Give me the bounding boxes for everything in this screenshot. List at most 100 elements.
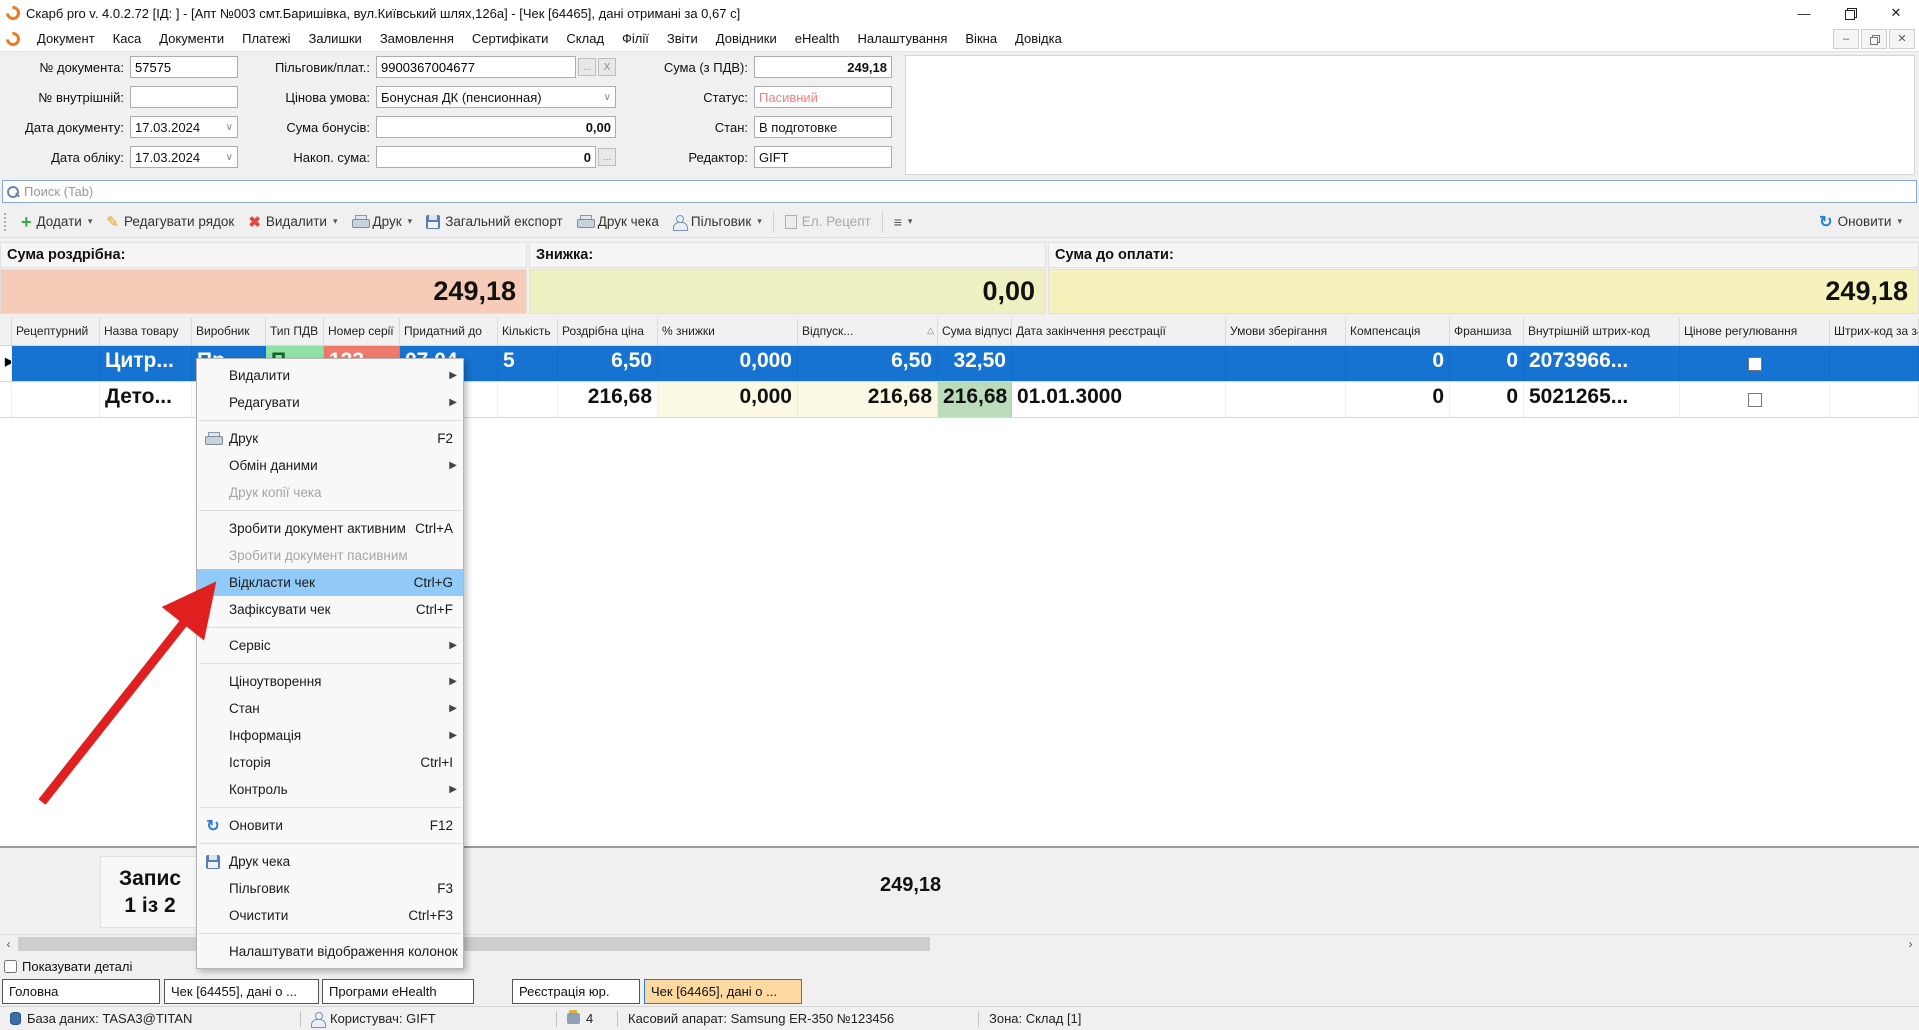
grid-cell-sum[interactable]: 216,68 (938, 382, 1012, 417)
context-menu-item-26[interactable]: Налаштувати відображення колонок (197, 938, 463, 965)
context-menu-item-0[interactable]: Видалити▶ (197, 362, 463, 389)
tab-ehealth-programs[interactable]: Програми eHealth (322, 979, 474, 1004)
grid-cell-name[interactable]: Цитр... (100, 346, 192, 381)
accum-sum-field[interactable]: 0 (376, 146, 596, 168)
context-menu-item-12[interactable]: Сервіс▶ (197, 632, 463, 659)
doc-date-select[interactable]: 17.03.2024∨ (130, 116, 238, 138)
menu-item-14[interactable]: Довідка (1006, 27, 1071, 50)
tab-main[interactable]: Головна (2, 979, 160, 1004)
print-receipt-button[interactable]: Друк чека (570, 210, 666, 233)
grid-cell-reg_end[interactable] (1012, 346, 1226, 381)
scrollbar-thumb[interactable] (18, 937, 930, 951)
beneficiary-field[interactable] (376, 56, 576, 78)
scroll-left-icon[interactable]: ‹ (0, 936, 17, 952)
tab-registration[interactable]: Реєстрація юр. (512, 979, 640, 1004)
refresh-button[interactable]: ↻Оновити▾ (1812, 208, 1909, 236)
grid-column-header-recipe[interactable]: Рецептурний (12, 318, 100, 345)
doc-number-field[interactable] (130, 56, 238, 78)
context-menu-item-1[interactable]: Редагувати▶ (197, 389, 463, 416)
grid-cell-name[interactable]: Дето... (100, 382, 192, 417)
beneficiary-more-button[interactable]: ... (578, 58, 596, 76)
context-menu-item-15[interactable]: Стан▶ (197, 695, 463, 722)
price-regulation-checkbox[interactable] (1748, 393, 1762, 407)
restore-button[interactable] (1827, 0, 1873, 26)
delete-button[interactable]: ✖Видалити▾ (241, 209, 344, 235)
menu-item-13[interactable]: Вікна (956, 27, 1006, 50)
mdi-restore-button[interactable] (1861, 29, 1887, 49)
context-menu-item-4[interactable]: Обмін даними▶ (197, 452, 463, 479)
menu-item-8[interactable]: Філії (613, 27, 658, 50)
menu-item-12[interactable]: Налаштування (849, 27, 957, 50)
grid-column-header-series[interactable]: Номер серії (324, 318, 400, 345)
grid-cell-franchise[interactable]: 0 (1450, 382, 1524, 417)
grid-cell-discount[interactable]: 0,000 (658, 346, 798, 381)
menu-item-6[interactable]: Сертифікати (463, 27, 558, 50)
menu-item-10[interactable]: Довідники (707, 27, 786, 50)
context-menu-item-10[interactable]: Зафіксувати чекCtrl+F (197, 596, 463, 623)
list-options-button[interactable]: ≡▾ (887, 210, 920, 234)
account-date-select[interactable]: 17.03.2024∨ (130, 146, 238, 168)
tab-receipt-64465[interactable]: Чек [64465], дані о ... (644, 979, 802, 1004)
e-recipe-button[interactable]: Ел. Рецепт (778, 210, 878, 233)
grid-cell-recipe[interactable] (12, 382, 100, 417)
grid-column-header-manufacturer[interactable]: Виробник (192, 318, 266, 345)
context-menu-item-7[interactable]: Зробити документ активнимCtrl+A (197, 515, 463, 542)
grid-column-header-compensation[interactable]: Компенсація (1346, 318, 1450, 345)
grid-cell-indicator[interactable] (0, 382, 12, 417)
context-menu-item-24[interactable]: ОчиститиCtrl+F3 (197, 902, 463, 929)
grid-column-header-price_reg[interactable]: Цінове регулювання (1680, 318, 1830, 345)
grid-cell-barcode[interactable]: 5021265... (1524, 382, 1680, 417)
grid-cell-recipe[interactable] (12, 346, 100, 381)
context-menu-item-23[interactable]: ПільговикF3 (197, 875, 463, 902)
grid-cell-qty[interactable]: 5 (498, 346, 558, 381)
context-menu-item-20[interactable]: ↻ОновитиF12 (197, 812, 463, 839)
context-menu-item-14[interactable]: Ціноутворення▶ (197, 668, 463, 695)
grid-column-header-franchise[interactable]: Франшиза (1450, 318, 1524, 345)
export-button[interactable]: Загальний експорт (419, 210, 570, 233)
beneficiary-clear-button[interactable]: X (598, 58, 616, 76)
minimize-button[interactable]: — (1781, 0, 1827, 26)
menu-item-11[interactable]: eHealth (786, 27, 849, 50)
price-regulation-checkbox[interactable] (1748, 357, 1762, 371)
grid-column-header-vat[interactable]: Тип ПДВ (266, 318, 324, 345)
grid-column-header-indicator[interactable] (0, 318, 12, 345)
grid-column-header-barcode[interactable]: Внутрішній штрих-код (1524, 318, 1680, 345)
context-menu-item-3[interactable]: ДрукF2 (197, 425, 463, 452)
search-input[interactable] (24, 184, 1916, 199)
mdi-close-button[interactable]: ✕ (1889, 29, 1915, 49)
context-menu-item-22[interactable]: Друк чека (197, 848, 463, 875)
mdi-minimize-button[interactable]: – (1833, 29, 1859, 49)
grid-cell-compensation[interactable]: 0 (1346, 382, 1450, 417)
grid-cell-retail[interactable]: 6,50 (558, 346, 658, 381)
grid-column-header-reg_end[interactable]: Дата закінчення реєстрації (1012, 318, 1226, 345)
tab-receipt-64455[interactable]: Чек [64455], дані о ... (164, 979, 319, 1004)
grid-cell-franchise[interactable]: 0 (1450, 346, 1524, 381)
grid-column-header-name[interactable]: Назва товару (100, 318, 192, 345)
grid-cell-sum[interactable]: 32,50 (938, 346, 1012, 381)
grid-cell-price_reg[interactable] (1680, 346, 1830, 381)
grid-cell-storage[interactable] (1226, 382, 1346, 417)
search-bar[interactable] (2, 180, 1917, 203)
price-condition-select[interactable]: Бонусная ДК (пенсионная)∨ (376, 86, 616, 108)
add-button[interactable]: +Додати▾ (14, 210, 99, 233)
grid-cell-release[interactable]: 6,50 (798, 346, 938, 381)
grid-cell-compensation[interactable]: 0 (1346, 346, 1450, 381)
grid-cell-default_barcode[interactable] (1830, 346, 1919, 381)
menu-item-7[interactable]: Склад (557, 27, 613, 50)
internal-number-field[interactable] (130, 86, 238, 108)
menu-item-1[interactable]: Каса (104, 27, 151, 50)
print-button[interactable]: Друк▾ (345, 210, 420, 233)
context-menu-item-17[interactable]: ІсторіяCtrl+I (197, 749, 463, 776)
grid-cell-barcode[interactable]: 2073966... (1524, 346, 1680, 381)
menu-item-4[interactable]: Залишки (300, 27, 371, 50)
grid-cell-release[interactable]: 216,68 (798, 382, 938, 417)
context-menu-item-18[interactable]: Контроль▶ (197, 776, 463, 803)
grid-column-header-release[interactable]: Відпуск...△ (798, 318, 938, 345)
grid-cell-reg_end[interactable]: 01.01.3000 (1012, 382, 1226, 417)
grid-column-header-qty[interactable]: Кількість (498, 318, 558, 345)
menu-item-5[interactable]: Замовлення (371, 27, 463, 50)
accum-sum-more-button[interactable]: ... (598, 148, 616, 166)
grid-column-header-storage[interactable]: Умови зберігання (1226, 318, 1346, 345)
beneficiary-button[interactable]: Пільговик▾ (666, 210, 769, 233)
grid-column-header-discount[interactable]: % знижки (658, 318, 798, 345)
